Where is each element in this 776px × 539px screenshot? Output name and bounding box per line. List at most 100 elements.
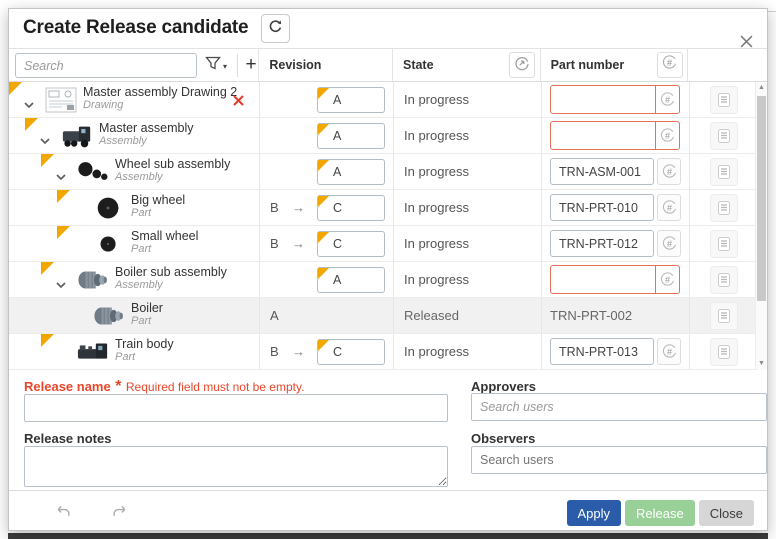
small-wheel-icon [93,231,125,257]
approvers-search-input[interactable] [471,393,767,421]
part-number-input[interactable] [551,86,655,113]
notes-icon[interactable] [709,265,738,294]
revision-input-wrap [317,86,385,113]
boiler-icon [77,267,109,293]
item-type: Part [131,243,152,255]
item-name: Master assembly [99,121,194,135]
release-name-input[interactable] [24,394,448,422]
revision-cell [259,82,393,117]
auto-number-icon[interactable]: # [655,86,679,113]
state-cell: In progress [393,154,541,189]
part-number-input[interactable] [551,122,655,149]
release-button[interactable]: Release [625,500,695,526]
revision-input-wrap [317,122,385,149]
previous-revision: B [270,200,279,215]
item-type: Assembly [99,135,147,147]
close-icon[interactable] [738,33,754,49]
svg-text:#: # [667,239,672,249]
modified-marker [318,159,329,171]
part-number-input[interactable] [550,194,654,221]
previous-revision: B [270,344,279,359]
table-header: ▾ + Revision State Part number [9,49,767,82]
release-notes-textarea[interactable] [24,446,448,487]
scroll-up-icon[interactable]: ▲ [756,82,767,94]
auto-number-icon[interactable]: # [657,194,681,221]
chevron-down-icon[interactable] [40,132,50,150]
part-number-input[interactable] [551,266,655,293]
refresh-button[interactable] [261,14,290,43]
redo-icon[interactable] [112,504,129,523]
item-type: Assembly [115,171,163,183]
auto-number-icon: # [661,54,678,76]
auto-number-icon[interactable]: # [655,122,679,149]
part-number-input[interactable] [550,158,654,185]
auto-number-all-button[interactable]: # [656,52,683,78]
wheels-icon [77,159,109,185]
scroll-down-icon[interactable]: ▼ [756,358,767,370]
tree-cell: Small wheel Part [9,226,259,261]
notes-icon[interactable] [709,157,738,186]
state-text: In progress [404,200,470,215]
part-number-group: # [550,85,680,114]
part-number-input[interactable] [550,230,654,257]
revision-input-wrap [317,230,385,257]
state-cell: Released [393,298,541,333]
table-row: Train bodyPartB→In progress# [9,334,767,370]
chevron-down-icon[interactable] [24,96,34,114]
item-name-block: Wheel sub assembly Assembly [115,157,230,183]
train-body-icon [77,339,109,365]
part-number-input[interactable] [550,338,654,365]
notes-icon[interactable] [709,301,738,330]
chevron-down-icon[interactable] [56,276,66,294]
notes-icon[interactable] [709,193,738,222]
filter-caret-icon: ▾ [223,61,228,71]
observers-search-input[interactable] [471,446,767,474]
notes-icon[interactable] [709,229,738,258]
add-item-button[interactable]: + [243,53,259,78]
boiler-icon [93,303,125,329]
part-number-cell: # [541,82,689,117]
auto-number-icon[interactable]: # [657,230,681,257]
tree-cell: Big wheel Part [9,190,259,225]
advance-state-button[interactable] [508,52,535,78]
part-number-cell: # [541,226,689,261]
notes-cell [689,190,757,225]
state-cycle-icon [514,55,530,76]
auto-number-icon[interactable]: # [657,158,681,185]
scrollbar-thumb[interactable] [757,96,766,301]
revision-cell: B → [259,190,393,225]
filter-button[interactable]: ▾ [205,56,227,76]
notes-icon[interactable] [709,121,738,150]
auto-number-icon[interactable]: # [657,338,681,365]
item-name-block: Small wheel Part [131,229,198,255]
chevron-down-icon[interactable] [56,168,66,186]
part-number-text: TRN-PRT-002 [550,308,633,323]
close-button[interactable]: Close [698,500,754,526]
table-row: Master assembly Drawing 2Drawing In progr… [9,82,767,118]
item-type: Part [131,207,152,219]
auto-number-icon[interactable]: # [655,266,679,293]
arrow-right-icon: → [292,200,305,215]
revision-header-cell: Revision [258,49,392,81]
revision-text: A [270,308,279,323]
notes-icon[interactable] [709,337,738,366]
required-star: * [115,378,122,395]
item-name-block: Big wheel Part [131,193,185,219]
item-type: Part [131,315,152,327]
tree-cell: Master assembly Drawing 2 Drawing [9,82,259,117]
state-text: In progress [404,164,470,179]
search-input[interactable] [15,53,197,78]
apply-button[interactable]: Apply [566,500,622,526]
part-number-header-cell: Part number # [539,49,688,81]
item-name-block: Boiler sub assembly Assembly [115,265,227,291]
table-row: Big wheelPartB→In progress# [9,190,767,226]
previous-revision: B [270,236,279,251]
part-number-group: # [550,265,680,294]
undo-icon[interactable] [54,504,71,523]
part-number-cell: # [541,118,689,153]
remove-icon[interactable] [233,93,244,111]
modified-marker [41,334,54,347]
state-text: In progress [404,128,470,143]
vertical-scrollbar[interactable]: ▲ ▼ [755,82,767,370]
notes-icon[interactable] [709,85,738,114]
